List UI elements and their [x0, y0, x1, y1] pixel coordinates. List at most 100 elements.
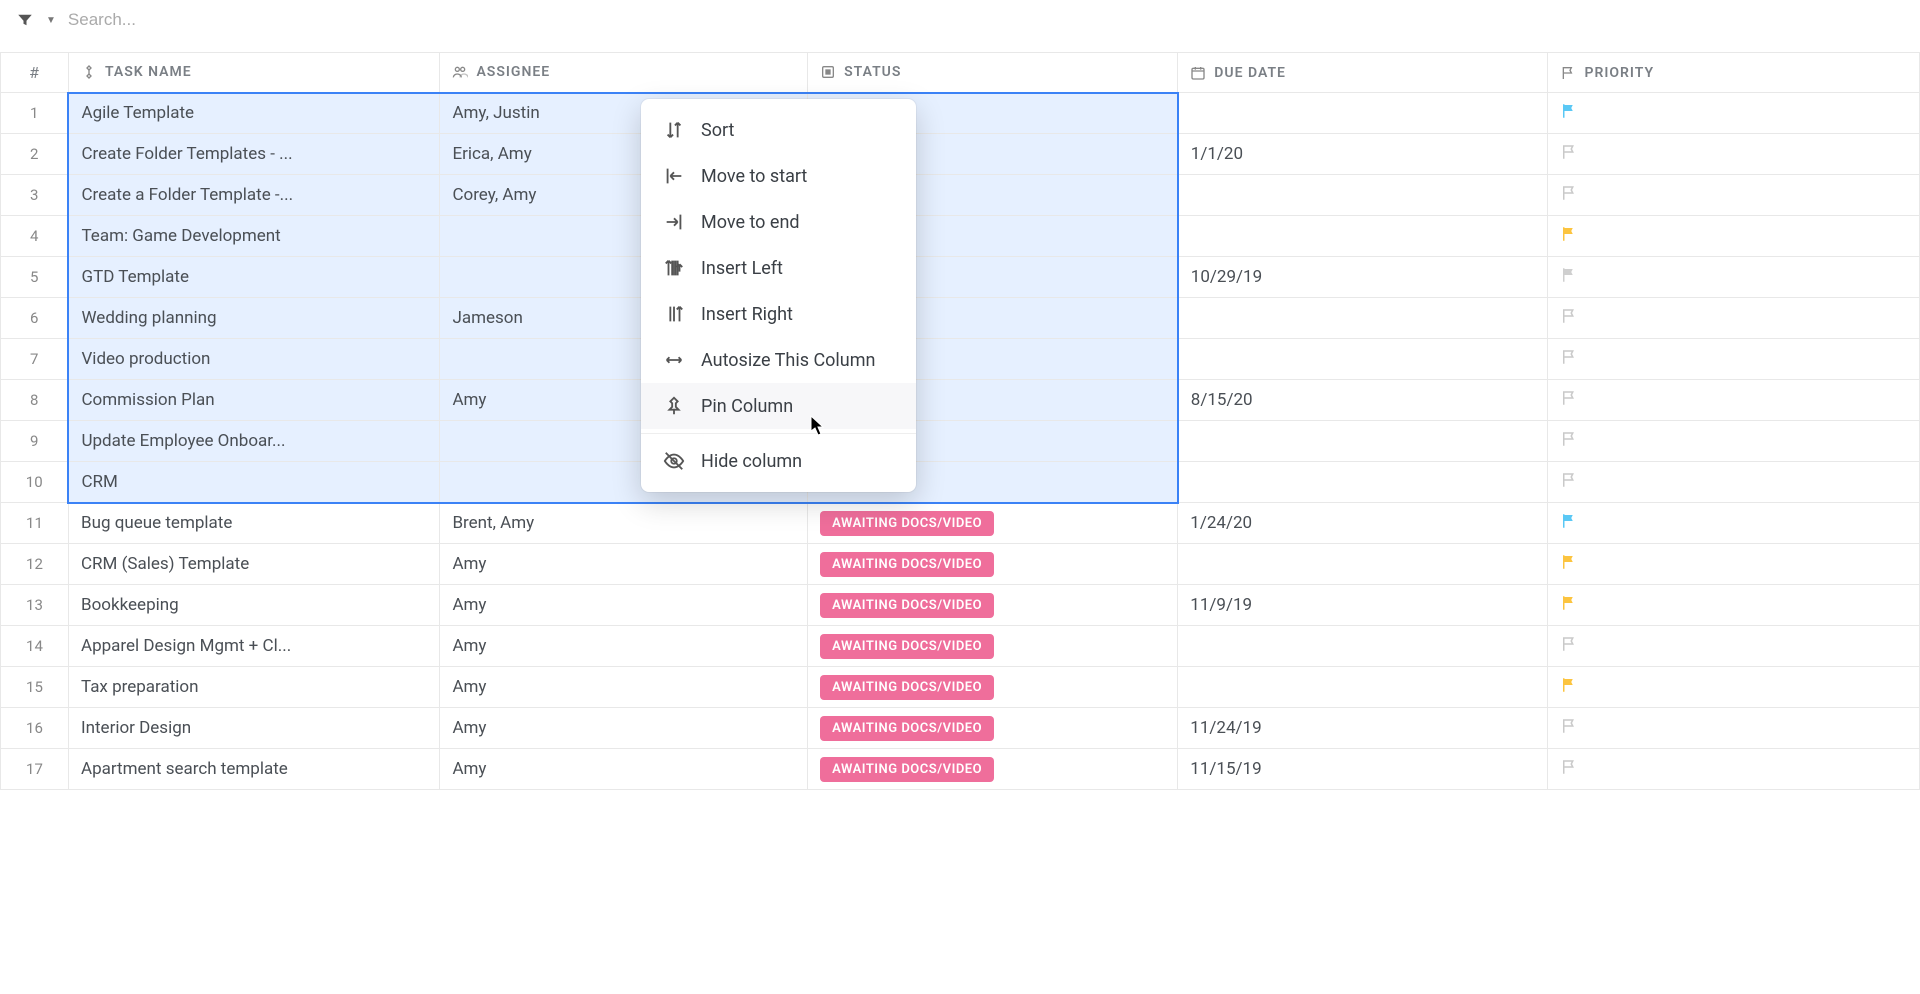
cell-priority[interactable] [1548, 667, 1920, 708]
column-header-status[interactable]: STATUS [808, 53, 1178, 93]
cell-due-date[interactable]: 10/29/19 [1178, 257, 1548, 298]
menu-insert-left[interactable]: Insert Left [641, 245, 916, 291]
cell-task-name[interactable]: Interior Design [68, 708, 439, 749]
table-row[interactable]: 1Agile TemplateAmy, Justin [1, 93, 1920, 134]
cell-assignee[interactable]: Amy [440, 626, 808, 667]
menu-move-to-end[interactable]: Move to end [641, 199, 916, 245]
cell-due-date[interactable]: 11/15/19 [1178, 749, 1548, 790]
cell-status[interactable]: AWAITING DOCS/VIDEO [808, 749, 1178, 790]
table-row[interactable]: 8Commission PlanAmy8/15/20 [1, 380, 1920, 421]
cell-priority[interactable] [1548, 216, 1920, 257]
cell-assignee[interactable]: Amy [440, 667, 808, 708]
cell-task-name[interactable]: Team: Game Development [68, 216, 439, 257]
table-row[interactable]: 12CRM (Sales) TemplateAmyAWAITING DOCS/V… [1, 544, 1920, 585]
cell-status[interactable]: AWAITING DOCS/VIDEO [808, 667, 1178, 708]
menu-insert-right[interactable]: Insert Right [641, 291, 916, 337]
cell-task-name[interactable]: GTD Template [68, 257, 439, 298]
cell-due-date[interactable] [1178, 544, 1548, 585]
cell-status[interactable]: AWAITING DOCS/VIDEO [808, 544, 1178, 585]
table-row[interactable]: 13BookkeepingAmyAWAITING DOCS/VIDEO11/9/… [1, 585, 1920, 626]
cell-priority[interactable] [1548, 298, 1920, 339]
menu-sort[interactable]: Sort [641, 107, 916, 153]
table-row[interactable]: 17Apartment search templateAmyAWAITING D… [1, 749, 1920, 790]
cell-task-name[interactable]: Bookkeeping [68, 585, 439, 626]
column-header-task-name[interactable]: TASK NAME [68, 53, 439, 93]
filter-dropdown-caret[interactable]: ▼ [46, 15, 56, 26]
table-row[interactable]: 16Interior DesignAmyAWAITING DOCS/VIDEO1… [1, 708, 1920, 749]
cell-status[interactable]: AWAITING DOCS/VIDEO [808, 708, 1178, 749]
cell-due-date[interactable] [1178, 421, 1548, 462]
cell-priority[interactable] [1548, 257, 1920, 298]
table-row[interactable]: 15Tax preparationAmyAWAITING DOCS/VIDEO [1, 667, 1920, 708]
table-row[interactable]: 4Team: Game Development [1, 216, 1920, 257]
menu-pin-column[interactable]: Pin Column [641, 383, 916, 429]
column-header-number[interactable]: # [1, 53, 69, 93]
cell-due-date[interactable]: 1/1/20 [1178, 134, 1548, 175]
cell-assignee[interactable]: Amy [440, 749, 808, 790]
cell-task-name[interactable]: CRM (Sales) Template [68, 544, 439, 585]
table-row[interactable]: 5GTD Template10/29/19 [1, 257, 1920, 298]
cell-due-date[interactable] [1178, 93, 1548, 134]
column-header-assignee[interactable]: ASSIGNEE [440, 53, 808, 93]
cell-due-date[interactable] [1178, 298, 1548, 339]
cell-priority[interactable] [1548, 462, 1920, 503]
cell-priority[interactable] [1548, 134, 1920, 175]
cell-task-name[interactable]: Create Folder Templates - ... [68, 134, 439, 175]
cell-task-name[interactable]: Bug queue template [68, 503, 439, 544]
cell-task-name[interactable]: Apparel Design Mgmt + Cl... [68, 626, 439, 667]
cell-due-date[interactable]: 11/24/19 [1178, 708, 1548, 749]
cell-priority[interactable] [1548, 93, 1920, 134]
cell-due-date[interactable]: 8/15/20 [1178, 380, 1548, 421]
cell-priority[interactable] [1548, 339, 1920, 380]
cell-priority[interactable] [1548, 708, 1920, 749]
cell-priority[interactable] [1548, 175, 1920, 216]
search-input[interactable] [68, 6, 1904, 34]
cell-due-date[interactable] [1178, 462, 1548, 503]
cell-task-name[interactable]: Wedding planning [68, 298, 439, 339]
cell-assignee[interactable]: Brent, Amy [440, 503, 808, 544]
cell-task-name[interactable]: Agile Template [68, 93, 439, 134]
table-row[interactable]: 11Bug queue templateBrent, AmyAWAITING D… [1, 503, 1920, 544]
filter-icon[interactable] [16, 11, 34, 29]
cell-due-date[interactable]: 11/9/19 [1178, 585, 1548, 626]
menu-move-to-start[interactable]: Move to start [641, 153, 916, 199]
cell-assignee[interactable]: Amy [440, 544, 808, 585]
table-row[interactable]: 9Update Employee Onboar... [1, 421, 1920, 462]
cell-priority[interactable] [1548, 585, 1920, 626]
cell-task-name[interactable]: Update Employee Onboar... [68, 421, 439, 462]
cell-status[interactable]: AWAITING DOCS/VIDEO [808, 626, 1178, 667]
table-row[interactable]: 3Create a Folder Template -...Corey, Amy [1, 175, 1920, 216]
priority-flag-icon [1560, 351, 1578, 371]
table-row[interactable]: 10CRM [1, 462, 1920, 503]
cell-task-name[interactable]: Commission Plan [68, 380, 439, 421]
cell-priority[interactable] [1548, 544, 1920, 585]
column-header-due-date[interactable]: DUE DATE [1178, 53, 1548, 93]
cell-due-date[interactable] [1178, 626, 1548, 667]
cell-task-name[interactable]: CRM [68, 462, 439, 503]
table-row[interactable]: 2Create Folder Templates - ...Erica, Amy… [1, 134, 1920, 175]
table-row[interactable]: 7Video production [1, 339, 1920, 380]
table-row[interactable]: 6Wedding planningJameson [1, 298, 1920, 339]
menu-hide-column[interactable]: Hide column [641, 438, 916, 484]
cell-assignee[interactable]: Amy [440, 708, 808, 749]
cell-due-date[interactable] [1178, 667, 1548, 708]
cell-task-name[interactable]: Tax preparation [68, 667, 439, 708]
cell-task-name[interactable]: Video production [68, 339, 439, 380]
cell-priority[interactable] [1548, 421, 1920, 462]
menu-autosize-column[interactable]: Autosize This Column [641, 337, 916, 383]
cell-task-name[interactable]: Create a Folder Template -... [68, 175, 439, 216]
cell-status[interactable]: AWAITING DOCS/VIDEO [808, 503, 1178, 544]
cell-assignee[interactable]: Amy [440, 585, 808, 626]
cell-due-date[interactable] [1178, 216, 1548, 257]
cell-task-name[interactable]: Apartment search template [68, 749, 439, 790]
cell-priority[interactable] [1548, 749, 1920, 790]
cell-due-date[interactable]: 1/24/20 [1178, 503, 1548, 544]
cell-priority[interactable] [1548, 380, 1920, 421]
cell-status[interactable]: AWAITING DOCS/VIDEO [808, 585, 1178, 626]
cell-priority[interactable] [1548, 626, 1920, 667]
cell-due-date[interactable] [1178, 175, 1548, 216]
cell-priority[interactable] [1548, 503, 1920, 544]
cell-due-date[interactable] [1178, 339, 1548, 380]
table-row[interactable]: 14Apparel Design Mgmt + Cl...AmyAWAITING… [1, 626, 1920, 667]
column-header-priority[interactable]: PRIORITY [1548, 53, 1920, 93]
